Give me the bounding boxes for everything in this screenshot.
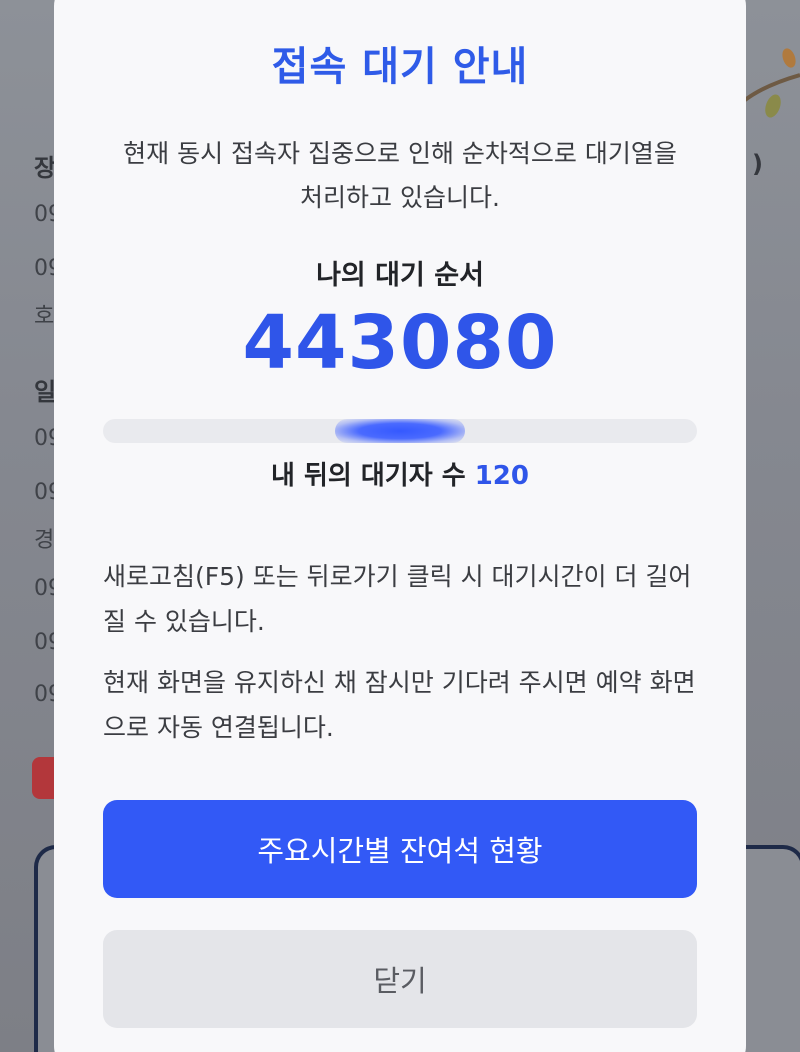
branch-decoration-icon — [745, 48, 800, 118]
bg-partial-text: 호 — [34, 304, 55, 329]
description-line: 현재 동시 접속자 집중으로 인해 순차적으로 대기열을 — [123, 139, 677, 168]
waiting-queue-modal: 접속 대기 안내 현재 동시 접속자 집중으로 인해 순차적으로 대기열을 처리… — [54, 0, 746, 1052]
close-button[interactable]: 닫기 — [103, 930, 697, 1028]
modal-title: 접속 대기 안내 — [271, 44, 529, 90]
bg-partial-text: 장 — [34, 154, 57, 182]
modal-description: 현재 동시 접속자 집중으로 인해 순차적으로 대기열을 처리하고 있습니다. — [94, 132, 706, 220]
notice-keep-screen: 현재 화면을 유지하신 채 잠시만 기다려 주시면 예약 화면으로 자동 연결됩… — [103, 668, 696, 742]
bg-partial-text: 일 — [34, 378, 57, 406]
notice-refresh: 새로고침(F5) 또는 뒤로가기 클릭 시 대기시간이 더 길어질 수 있습니다… — [103, 562, 692, 636]
description-line: 처리하고 있습니다. — [300, 183, 500, 212]
order-label: 나의 대기 순서 — [316, 260, 484, 291]
behind-count: 120 — [474, 461, 529, 491]
remaining-seats-button[interactable]: 주요시간별 잔여석 현황 — [103, 800, 697, 898]
bg-partial-text: 경 — [34, 528, 55, 553]
behind-count-text: 내 뒤의 대기자 수 120 — [54, 455, 746, 492]
queue-progress-bar — [103, 419, 697, 443]
queue-progress-indicator — [335, 419, 465, 443]
bg-partial-text: ) — [752, 150, 763, 178]
order-number: 443080 — [242, 300, 558, 386]
behind-label: 내 뒤의 대기자 수 — [271, 461, 466, 491]
bg-card-right — [745, 845, 800, 1052]
